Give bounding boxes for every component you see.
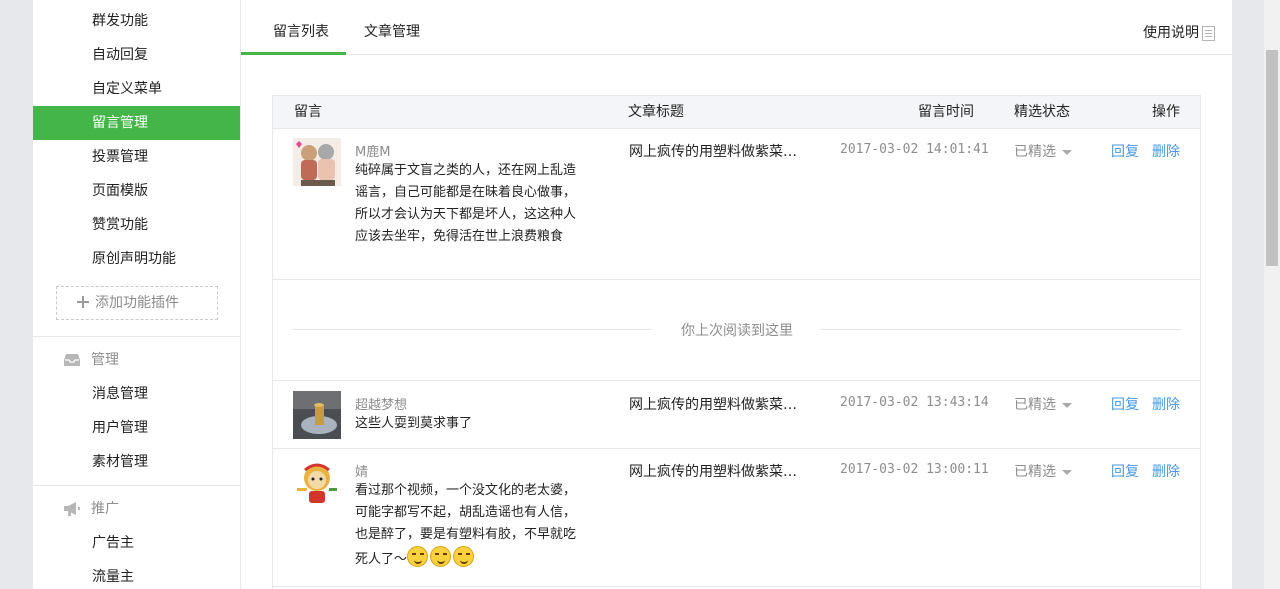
sidebar-item-auto-reply[interactable]: 自动回复 — [33, 38, 240, 72]
document-icon[interactable] — [1202, 26, 1215, 41]
comment-time: 2017-03-02 14:01:41 — [840, 142, 989, 157]
avatar — [293, 138, 341, 186]
help-link[interactable]: 使用说明 — [1143, 22, 1199, 42]
inbox-icon — [64, 354, 80, 366]
avatar — [293, 391, 341, 439]
sidebar-item-custom-menu[interactable]: 自定义菜单 — [33, 72, 240, 106]
sidebar-item-advertiser[interactable]: 广告主 — [33, 526, 240, 560]
delete-button[interactable]: 删除 — [1152, 461, 1180, 481]
app-container: 群发功能 自动回复 自定义菜单 留言管理 投票管理 页面模版 赞赏功能 原创声明… — [33, 0, 1232, 589]
article-title[interactable]: 网上疯传的用塑料做紫菜… — [629, 394, 799, 414]
sidebar-item-traffic-owner[interactable]: 流量主 — [33, 560, 240, 589]
megaphone-icon — [64, 502, 80, 516]
sidebar-item-material-management[interactable]: 素材管理 — [33, 445, 240, 479]
table-header: 留言 文章标题 留言时间 精选状态 操作 — [273, 96, 1200, 129]
article-title[interactable]: 网上疯传的用塑料做紫菜… — [629, 461, 799, 481]
featured-status-label: 已精选 — [1014, 464, 1056, 480]
tab-article-management[interactable]: 文章管理 — [364, 0, 420, 55]
reply-button[interactable]: 回复 — [1111, 394, 1139, 414]
sidebar-item-original-declaration[interactable]: 原创声明功能 — [33, 242, 240, 276]
header-featured-status: 精选状态 — [1014, 104, 1070, 120]
header-comment-time: 留言时间 — [918, 104, 974, 120]
featured-status-dropdown[interactable]: 已精选 — [1014, 394, 1072, 414]
caret-down-icon — [1062, 149, 1072, 155]
caret-down-icon — [1062, 402, 1072, 408]
smirk-emoji-icon — [453, 546, 475, 567]
smirk-emoji-icon — [407, 546, 429, 567]
comment-table: 留言 文章标题 留言时间 精选状态 操作 M鹿M 纯碎属于文盲之类的人，还在网上… — [272, 95, 1201, 589]
tab-comment-list[interactable]: 留言列表 — [241, 0, 346, 55]
sidebar: 群发功能 自动回复 自定义菜单 留言管理 投票管理 页面模版 赞赏功能 原创声明… — [33, 0, 241, 589]
sidebar-item-mass-send[interactable]: 群发功能 — [33, 4, 240, 38]
reply-button[interactable]: 回复 — [1111, 141, 1139, 161]
sidebar-item-page-template[interactable]: 页面模版 — [33, 174, 240, 208]
delete-button[interactable]: 删除 — [1152, 394, 1180, 414]
header-article-title: 文章标题 — [628, 104, 684, 120]
featured-status-dropdown[interactable]: 已精选 — [1014, 461, 1072, 481]
comment-time: 2017-03-02 13:43:14 — [840, 395, 989, 410]
last-read-label: 你上次阅读到这里 — [681, 323, 793, 339]
plus-icon — [77, 296, 89, 308]
featured-status-dropdown[interactable]: 已精选 — [1014, 141, 1072, 161]
header-comment: 留言 — [294, 104, 322, 120]
sidebar-item-vote-management[interactable]: 投票管理 — [33, 140, 240, 174]
tab-bar: 留言列表 文章管理 使用说明 — [241, 0, 1232, 55]
comment-time: 2017-03-02 13:00:11 — [840, 462, 989, 477]
table-row: M鹿M 纯碎属于文盲之类的人，还在网上乱造谣言，自己可能都是在昧着良心做事，所以… — [273, 129, 1200, 280]
table-row: 超越梦想 这些人耍到莫求事了 网上疯传的用塑料做紫菜… 2017-03-02 1… — [273, 382, 1200, 449]
article-title[interactable]: 网上疯传的用塑料做紫菜… — [629, 141, 799, 161]
sidebar-item-comment-management[interactable]: 留言管理 — [33, 106, 240, 140]
main-content: 留言列表 文章管理 使用说明 留言 文章标题 留言时间 精选状态 操作 M鹿M … — [241, 0, 1232, 589]
add-plugin-button[interactable]: 添加功能插件 — [56, 286, 218, 320]
sidebar-divider — [33, 336, 240, 337]
sidebar-item-message-management[interactable]: 消息管理 — [33, 377, 240, 411]
featured-status-label: 已精选 — [1014, 144, 1056, 160]
sidebar-divider — [33, 485, 240, 486]
smirk-emoji-icon — [430, 546, 452, 567]
scrollbar-thumb[interactable] — [1266, 50, 1278, 266]
sidebar-item-reward[interactable]: 赞赏功能 — [33, 208, 240, 242]
featured-status-label: 已精选 — [1014, 397, 1056, 413]
sidebar-item-user-management[interactable]: 用户管理 — [33, 411, 240, 445]
comment-nickname: 超越梦想 — [355, 398, 408, 413]
comment-nickname: M鹿M — [355, 145, 391, 160]
sidebar-section-promote: 推广 — [33, 494, 240, 524]
comment-content: 纯碎属于文盲之类的人，还在网上乱造谣言，自己可能都是在昧着良心做事，所以才会认为… — [355, 163, 577, 244]
sidebar-section-manage: 管理 — [33, 345, 240, 375]
sidebar-section-promote-title: 推广 — [91, 501, 119, 517]
comment-content: 这些人耍到莫求事了 — [355, 416, 473, 431]
delete-button[interactable]: 删除 — [1152, 141, 1180, 161]
header-actions: 操作 — [1152, 104, 1180, 120]
last-read-divider: 你上次阅读到这里 — [273, 280, 1200, 381]
table-row: 婧 看过那个视频，一个没文化的老太婆，可能字都写不起，胡乱造谣也有人信，也是醉了… — [273, 449, 1200, 587]
sidebar-section-manage-title: 管理 — [91, 352, 119, 368]
reply-button[interactable]: 回复 — [1111, 461, 1139, 481]
add-plugin-label: 添加功能插件 — [95, 295, 179, 311]
comment-nickname: 婧 — [355, 465, 369, 480]
caret-down-icon — [1062, 469, 1072, 475]
avatar — [293, 458, 341, 506]
comment-content-wrapper: 看过那个视频，一个没文化的老太婆，可能字都写不起，胡乱造谣也有人信，也是醉了，要… — [355, 480, 583, 571]
